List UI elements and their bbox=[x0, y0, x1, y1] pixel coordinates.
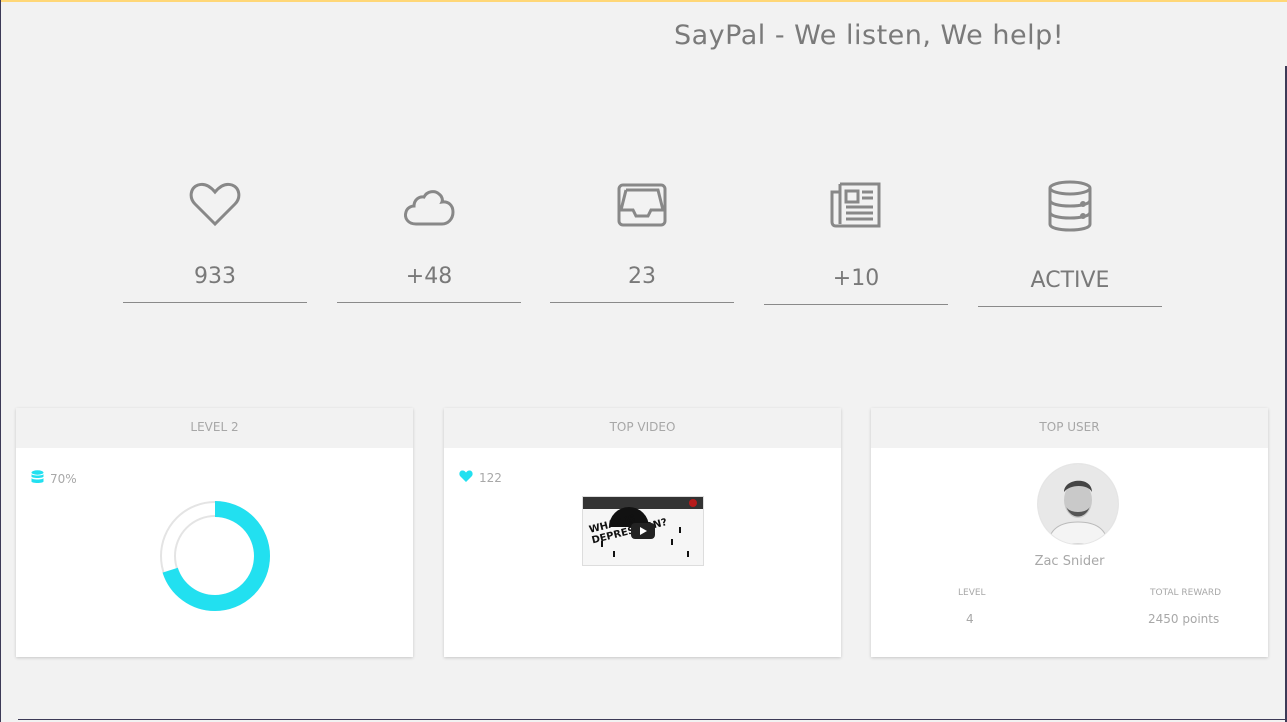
panel-title: TOP VIDEO bbox=[444, 408, 841, 448]
rain-drop bbox=[613, 551, 615, 557]
cloud-icon bbox=[337, 180, 521, 228]
divider bbox=[978, 306, 1162, 307]
left-border bbox=[0, 0, 1, 722]
rain-drop bbox=[679, 527, 681, 533]
stat-value: +48 bbox=[405, 264, 453, 289]
level-progress-donut bbox=[160, 501, 270, 611]
rain-drop bbox=[687, 551, 689, 557]
stat-value: 23 bbox=[628, 264, 656, 289]
divider bbox=[764, 304, 948, 305]
stat-status: ACTIVE bbox=[978, 180, 1162, 307]
play-button[interactable] bbox=[631, 523, 655, 539]
stat-value: ACTIVE bbox=[1030, 268, 1110, 293]
page-title: SayPal - We listen, We help! bbox=[674, 20, 1065, 51]
level-meta: 70% bbox=[31, 470, 77, 487]
video-thumbnail[interactable]: WHAT IS DEPRESSION? bbox=[582, 496, 704, 566]
panel-title: LEVEL 2 bbox=[16, 408, 413, 448]
level-value: 4 bbox=[966, 612, 974, 626]
stat-likes: 933 bbox=[123, 180, 307, 303]
heart-icon bbox=[123, 180, 307, 228]
rain-drop bbox=[671, 539, 673, 545]
panel-title: TOP USER bbox=[871, 408, 1268, 448]
divider bbox=[550, 302, 734, 303]
top-video-panel: TOP VIDEO 122 WHAT IS DEPRESSION? bbox=[444, 408, 841, 657]
bottom-border bbox=[18, 719, 1287, 720]
heart-icon bbox=[459, 470, 473, 485]
stat-news: +10 bbox=[764, 180, 948, 305]
level-panel: LEVEL 2 70% bbox=[16, 408, 413, 657]
top-border bbox=[0, 0, 1287, 2]
newspaper-icon bbox=[764, 180, 948, 230]
level-label: LEVEL bbox=[958, 588, 986, 598]
database-icon bbox=[978, 180, 1162, 232]
stat-value: +10 bbox=[832, 266, 880, 291]
rain-drop bbox=[601, 541, 603, 547]
reward-value: 2450 points bbox=[1148, 612, 1220, 626]
stat-value: 933 bbox=[194, 264, 236, 289]
database-icon bbox=[31, 470, 44, 487]
reward-label: TOTAL REWARD bbox=[1150, 588, 1222, 598]
top-user-panel: TOP USER Zac Snider LEVEL TOTAL REWARD 4… bbox=[871, 408, 1268, 657]
stat-cloud: +48 bbox=[337, 180, 521, 303]
level-percent: 70% bbox=[50, 471, 77, 486]
divider bbox=[337, 302, 521, 303]
divider bbox=[123, 302, 307, 303]
user-name: Zac Snider bbox=[1034, 554, 1105, 569]
avatar bbox=[1037, 463, 1119, 545]
video-likes: 122 bbox=[459, 470, 502, 485]
likes-count: 122 bbox=[479, 470, 502, 485]
inbox-icon bbox=[550, 180, 734, 228]
stat-inbox: 23 bbox=[550, 180, 734, 303]
